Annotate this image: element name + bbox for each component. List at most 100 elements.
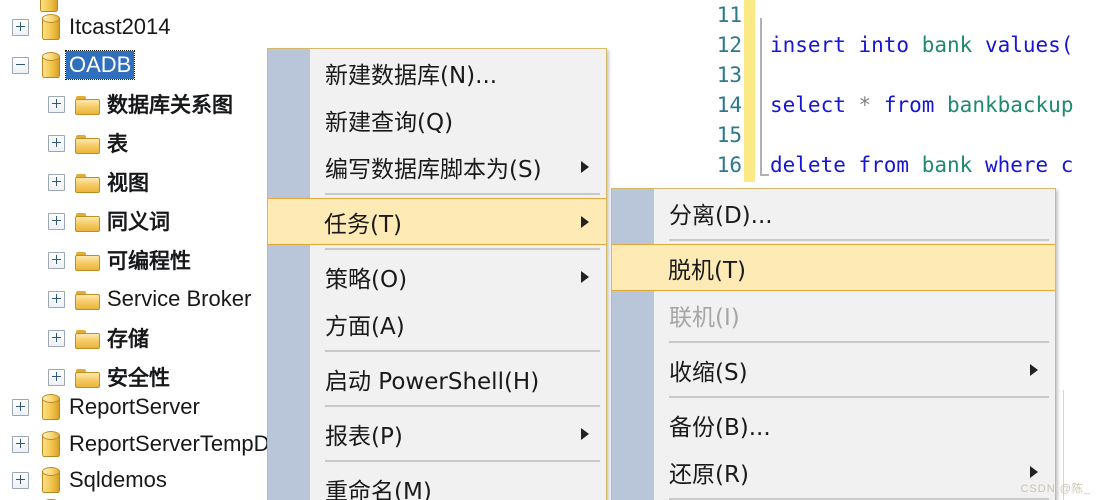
line-number: 13 <box>716 63 742 87</box>
code-line[interactable]: 16 delete from bank where c <box>700 150 1074 180</box>
tree-item[interactable]: ReportServerTempDB <box>0 425 268 463</box>
code-line[interactable]: 14 select * from bankbackup <box>700 90 1074 120</box>
tree-item[interactable]: OADB <box>0 46 136 84</box>
context-menu-item[interactable]: 策略(O) <box>268 253 606 300</box>
code-token: where c <box>972 153 1074 177</box>
menu-item-label: 还原(R) <box>669 461 749 488</box>
menu-item-label: 重命名(M) <box>325 478 432 500</box>
submenu-arrow-icon <box>581 215 589 228</box>
expand-icon[interactable] <box>12 471 29 489</box>
database-icon <box>39 430 61 458</box>
context-menu-item[interactable]: 方面(A) <box>268 300 606 347</box>
expand-icon[interactable] <box>48 329 65 347</box>
tasks-submenu-item[interactable]: 分离(D)... <box>612 189 1055 236</box>
database-icon <box>39 466 61 494</box>
database-icon <box>39 393 61 421</box>
expand-icon[interactable] <box>12 435 29 453</box>
tree-item-label: Itcast2014 <box>69 14 171 39</box>
menu-separator <box>612 393 1055 401</box>
expand-icon[interactable] <box>48 134 65 152</box>
code-token: from <box>883 93 948 117</box>
menu-separator <box>612 338 1055 346</box>
context-menu-item[interactable]: 新建查询(Q) <box>268 96 606 143</box>
tasks-submenu-item[interactable]: 脱机(T) <box>612 244 1055 291</box>
menu-item-label: 启动 PowerShell(H) <box>325 368 540 395</box>
line-number: 14 <box>716 93 742 117</box>
code-token: values( <box>972 33 1074 57</box>
expand-icon[interactable] <box>48 251 65 269</box>
code-line[interactable]: 12 insert into bank values( <box>700 30 1074 60</box>
expand-icon[interactable] <box>48 173 65 191</box>
tree-item-label: ReportServerTempDB <box>69 431 268 456</box>
code-token: insert into <box>770 33 922 57</box>
menu-separator <box>268 245 606 253</box>
expand-icon[interactable] <box>48 290 65 308</box>
tree-item[interactable]: 存储 <box>0 319 149 357</box>
collapse-icon[interactable] <box>12 56 29 74</box>
database-context-menu[interactable]: 新建数据库(N)... 新建查询(Q) 编写数据库脚本为(S) 任务(T) 策略(O) 方… <box>267 48 607 500</box>
database-icon <box>39 51 61 79</box>
menu-separator <box>268 402 606 410</box>
object-explorer-tree[interactable]: Itcast2014 OADB 数据库关系图表视图同义词可编程性 Service Br… <box>0 0 268 500</box>
line-number: 15 <box>716 123 742 147</box>
expand-icon[interactable] <box>12 398 29 416</box>
menu-item-label: 新建数据库(N)... <box>325 62 498 89</box>
tree-item-label: 表 <box>107 132 128 156</box>
submenu-arrow-icon <box>581 427 589 440</box>
line-number: 16 <box>716 153 742 177</box>
tasks-submenu[interactable]: 分离(D)...脱机(T)联机(I)收缩(S)备份(B)...还原(R)镜像(M… <box>611 188 1056 500</box>
folder-icon <box>75 134 100 154</box>
menu-item-label: 编写数据库脚本为(S) <box>325 156 542 183</box>
tree-item-label: OADB <box>64 50 136 80</box>
menu-separator <box>612 236 1055 244</box>
database-icon <box>39 13 61 41</box>
menu-separator <box>612 495 1055 500</box>
code-line[interactable]: 13 <box>700 60 770 90</box>
tasks-submenu-item[interactable]: 收缩(S) <box>612 346 1055 393</box>
expand-icon[interactable] <box>48 212 65 230</box>
folder-icon <box>75 212 100 232</box>
context-menu-item[interactable]: 编写数据库脚本为(S) <box>268 143 606 190</box>
folder-icon <box>75 251 100 271</box>
tree-item-label: 同义词 <box>107 210 170 234</box>
tasks-submenu-item: 联机(I) <box>612 291 1055 338</box>
tree-item[interactable]: Service Broker <box>0 280 251 318</box>
code-line[interactable]: 15 <box>700 120 770 150</box>
menu-item-list: 新建数据库(N)... 新建查询(Q) 编写数据库脚本为(S) 任务(T) 策略(O) 方… <box>268 49 606 500</box>
line-number: 11 <box>716 3 742 27</box>
expand-icon[interactable] <box>12 18 29 36</box>
context-menu-item[interactable]: 报表(P) <box>268 410 606 457</box>
code-text: delete from bank where c <box>770 153 1073 177</box>
tree-item[interactable]: stock <box>0 493 120 500</box>
context-menu-item[interactable]: 任务(T) <box>268 198 606 245</box>
tree-item[interactable]: 视图 <box>0 163 149 201</box>
tree-item[interactable]: ReportServer <box>0 388 200 426</box>
tree-item-label: 存储 <box>107 327 149 351</box>
code-line[interactable]: 11 <box>700 0 770 30</box>
tree-item-label: 可编程性 <box>107 249 191 273</box>
expand-icon[interactable] <box>48 95 65 113</box>
menu-item-label: 备份(B)... <box>669 414 771 441</box>
menu-item-label: 方面(A) <box>325 313 405 340</box>
tree-item-label: 数据库关系图 <box>107 93 233 117</box>
submenu-arrow-icon <box>581 160 589 173</box>
menu-item-label: 策略(O) <box>325 266 408 293</box>
context-menu-item[interactable]: 新建数据库(N)... <box>268 49 606 96</box>
code-token: select <box>770 93 859 117</box>
tree-item-label: Sqldemos <box>69 467 167 492</box>
tree-item[interactable]: 数据库关系图 <box>0 85 233 123</box>
menu-separator <box>268 347 606 355</box>
tree-item[interactable]: 同义词 <box>0 202 170 240</box>
tasks-submenu-item[interactable]: 还原(R) <box>612 448 1055 495</box>
context-menu-item[interactable]: 重命名(M) <box>268 465 606 500</box>
tree-item[interactable]: 表 <box>0 124 128 162</box>
context-menu-item[interactable]: 启动 PowerShell(H) <box>268 355 606 402</box>
tree-item[interactable]: Itcast2014 <box>0 8 171 46</box>
code-text: insert into bank values( <box>770 33 1073 57</box>
expand-icon[interactable] <box>48 368 65 386</box>
ssms-window: Itcast2014 OADB 数据库关系图表视图同义词可编程性 Service Br… <box>0 0 1099 500</box>
tasks-submenu-item[interactable]: 备份(B)... <box>612 401 1055 448</box>
code-token: bank <box>921 33 973 57</box>
folder-icon <box>75 329 100 349</box>
tree-item[interactable]: 可编程性 <box>0 241 191 279</box>
